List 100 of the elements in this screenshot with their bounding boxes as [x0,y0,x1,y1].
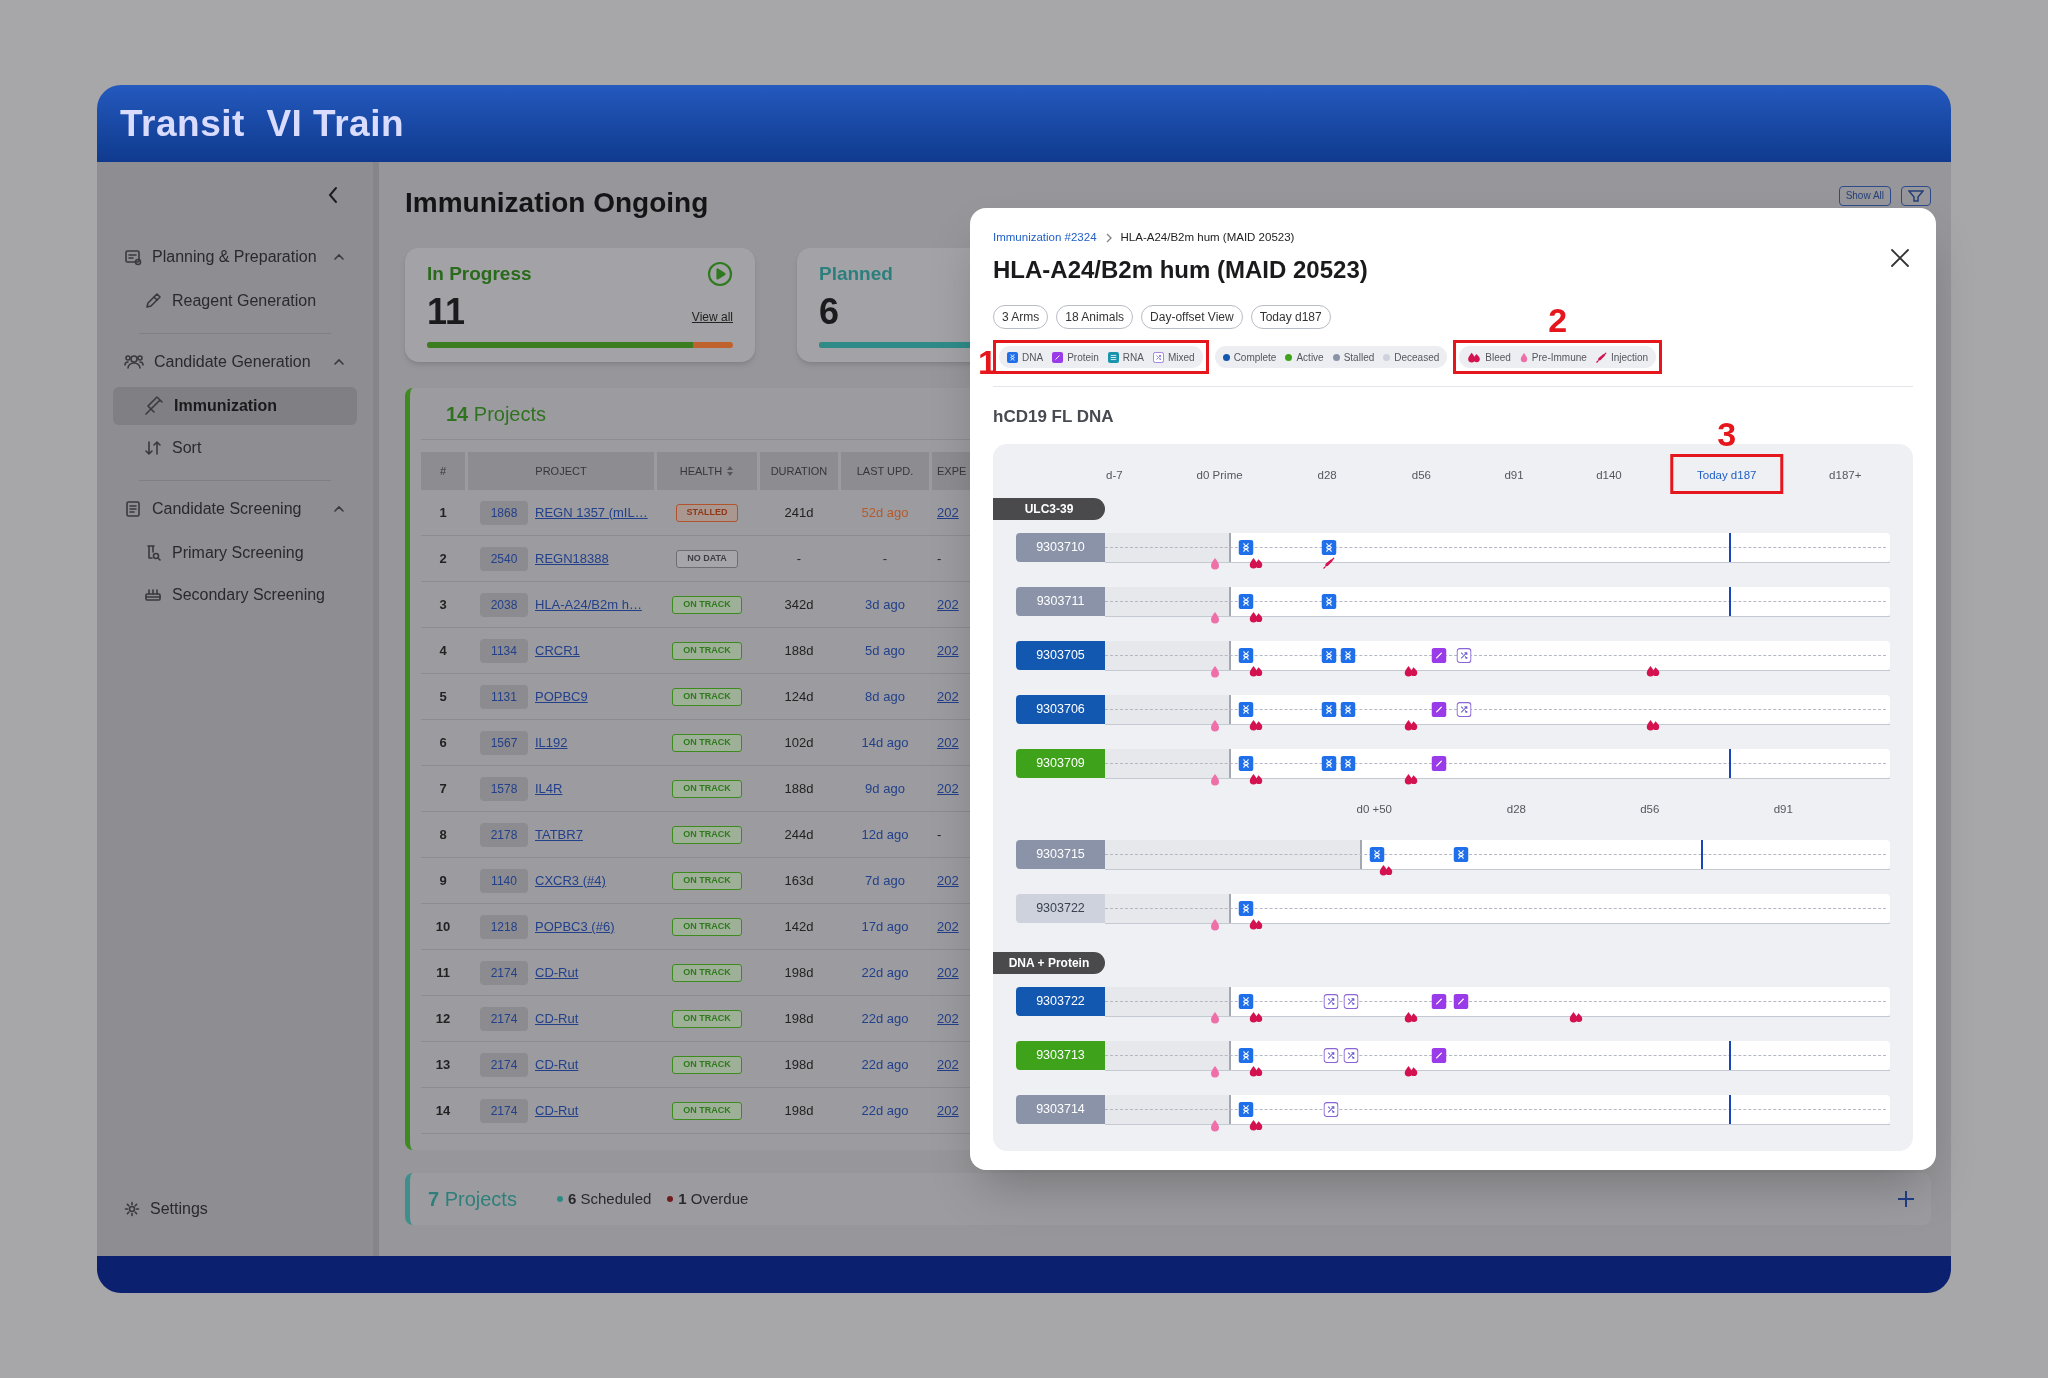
table-cell-text: 102d [784,733,814,752]
filter-icon [1908,190,1924,202]
date-link[interactable]: 202 [932,778,959,799]
health-status: ON TRACK [672,963,742,982]
legend-label: Stalled [1343,350,1375,365]
project-link[interactable]: REGN18388 [535,548,609,569]
add-button[interactable] [1895,1188,1917,1210]
date-link[interactable]: 202 [932,594,959,615]
health-status: ON TRACK [672,1009,742,1028]
app-title: Transit VI Train [120,101,405,146]
table-cell-text: 8d ago [865,687,905,706]
legend-label: Bleed [1485,350,1511,365]
health-status: ON TRACK [672,733,742,752]
table-cell-text: 198d [784,1101,814,1120]
date-link[interactable]: 202 [932,1008,959,1029]
group-label: ULC3-39 [993,497,1105,520]
plate-icon [144,586,162,604]
nav-item[interactable]: Primary Screening [113,534,357,572]
health-status: STALLED [675,503,739,522]
date-link[interactable]: 202 [932,870,959,891]
legend-label: RNA [1122,350,1144,365]
syringe-icon [144,396,164,416]
table-cell-text: 22d ago [861,1055,909,1074]
table-cell-text: 22d ago [861,1101,909,1120]
health-status: ON TRACK [672,917,742,936]
column-header[interactable]: HEALTH [657,452,757,490]
card-count: 6 [819,292,840,332]
axis-label: d0 Prime [1196,468,1243,481]
health-status: ON TRACK [672,779,742,798]
table-cell-text: 12d ago [861,825,909,844]
people-icon [124,353,144,371]
table-cell-text: 7d ago [865,871,905,890]
settings-button[interactable]: Settings [113,1192,357,1226]
row-number: 8 [439,825,447,844]
project-link[interactable]: CD-Rut [535,1100,579,1121]
table-cell-text: 198d [784,1009,814,1028]
project-id: 2540 [480,546,528,571]
nav-item[interactable]: Secondary Screening [113,576,357,614]
project-link[interactable]: IL4R [535,778,563,799]
nav-item[interactable]: Sort [113,429,357,467]
section-header[interactable]: Candidate Generation [113,341,357,383]
axis-label: d28 [1317,468,1337,481]
row-number: 1 [439,503,447,522]
project-link[interactable]: REGN 1357 (mIL… [535,502,648,523]
project-link[interactable]: IL192 [535,732,568,753]
close-icon [1890,248,1910,268]
show-all-button[interactable]: Show All [1838,186,1891,206]
project-link[interactable]: CD-Rut [535,1008,579,1029]
date-link[interactable]: 202 [932,1100,959,1121]
date-link[interactable]: 202 [932,962,959,983]
legend-label: Complete [1233,350,1277,365]
legend-label: Pre-Immune [1531,350,1587,365]
health-status: ON TRACK [672,871,742,890]
table-cell-text: 198d [784,1055,814,1074]
date-link[interactable]: 202 [932,640,959,661]
project-link[interactable]: CD-Rut [535,962,579,983]
table-cell-text: 241d [784,503,814,522]
project-link[interactable]: CD-Rut [535,1054,579,1075]
project-link[interactable]: HLA-A24/B2m h… [535,594,642,615]
column-header[interactable]: PROJECT [468,452,654,490]
project-link[interactable]: CXCR3 (#4) [535,870,606,891]
project-id: 2174 [480,1098,528,1123]
table-cell-text: 9d ago [865,779,905,798]
date-link[interactable]: 202 [932,732,959,753]
table-cell-text: 188d [784,779,814,798]
animal-id: 9303705 [1016,640,1105,670]
animal-id: 9303711 [1016,586,1105,616]
date-link[interactable]: 202 [932,916,959,937]
filter-button[interactable] [1901,186,1931,206]
nav-item[interactable]: Immunization [113,387,357,425]
animal-id: 9303706 [1016,694,1105,724]
flask-search-icon [144,544,162,562]
project-link[interactable]: CRCR1 [535,640,580,661]
column-header[interactable]: LAST UPD. [841,452,929,490]
date-link[interactable]: 202 [932,502,959,523]
column-header[interactable]: # [421,452,465,490]
table-cell-text: - [882,549,888,568]
card-title: In Progress [427,261,532,286]
row-number: 10 [435,917,451,936]
date-link[interactable]: 202 [932,1054,959,1075]
nav-item[interactable]: Reagent Generation [113,282,357,320]
table-cell-text: 5d ago [865,641,905,660]
date-link[interactable]: 202 [932,686,959,707]
table-cell-text: 3d ago [865,595,905,614]
table-cell-text: 244d [784,825,814,844]
breadcrumb-current: HLA-A24/B2m hum (MAID 20523) [1120,230,1295,246]
section-header[interactable]: Planning & Preparation [113,236,357,278]
row-number: 14 [435,1101,451,1120]
section-header[interactable]: Candidate Screening [113,488,357,530]
project-link[interactable]: POPBC3 (#6) [535,916,615,937]
chevron-right-icon [1104,233,1113,243]
table-cell-text: 188d [784,641,814,660]
project-link[interactable]: POPBC9 [535,686,588,707]
breadcrumb-link[interactable]: Immunization #2324 [993,229,1097,247]
project-link[interactable]: TATBR7 [535,824,583,845]
animal-id: 9303713 [1016,1040,1105,1070]
table-cell-text: 14d ago [861,733,909,752]
column-header[interactable]: DURATION [760,452,838,490]
view-all-link[interactable]: View all [691,308,733,326]
project-id: 2178 [480,822,528,847]
